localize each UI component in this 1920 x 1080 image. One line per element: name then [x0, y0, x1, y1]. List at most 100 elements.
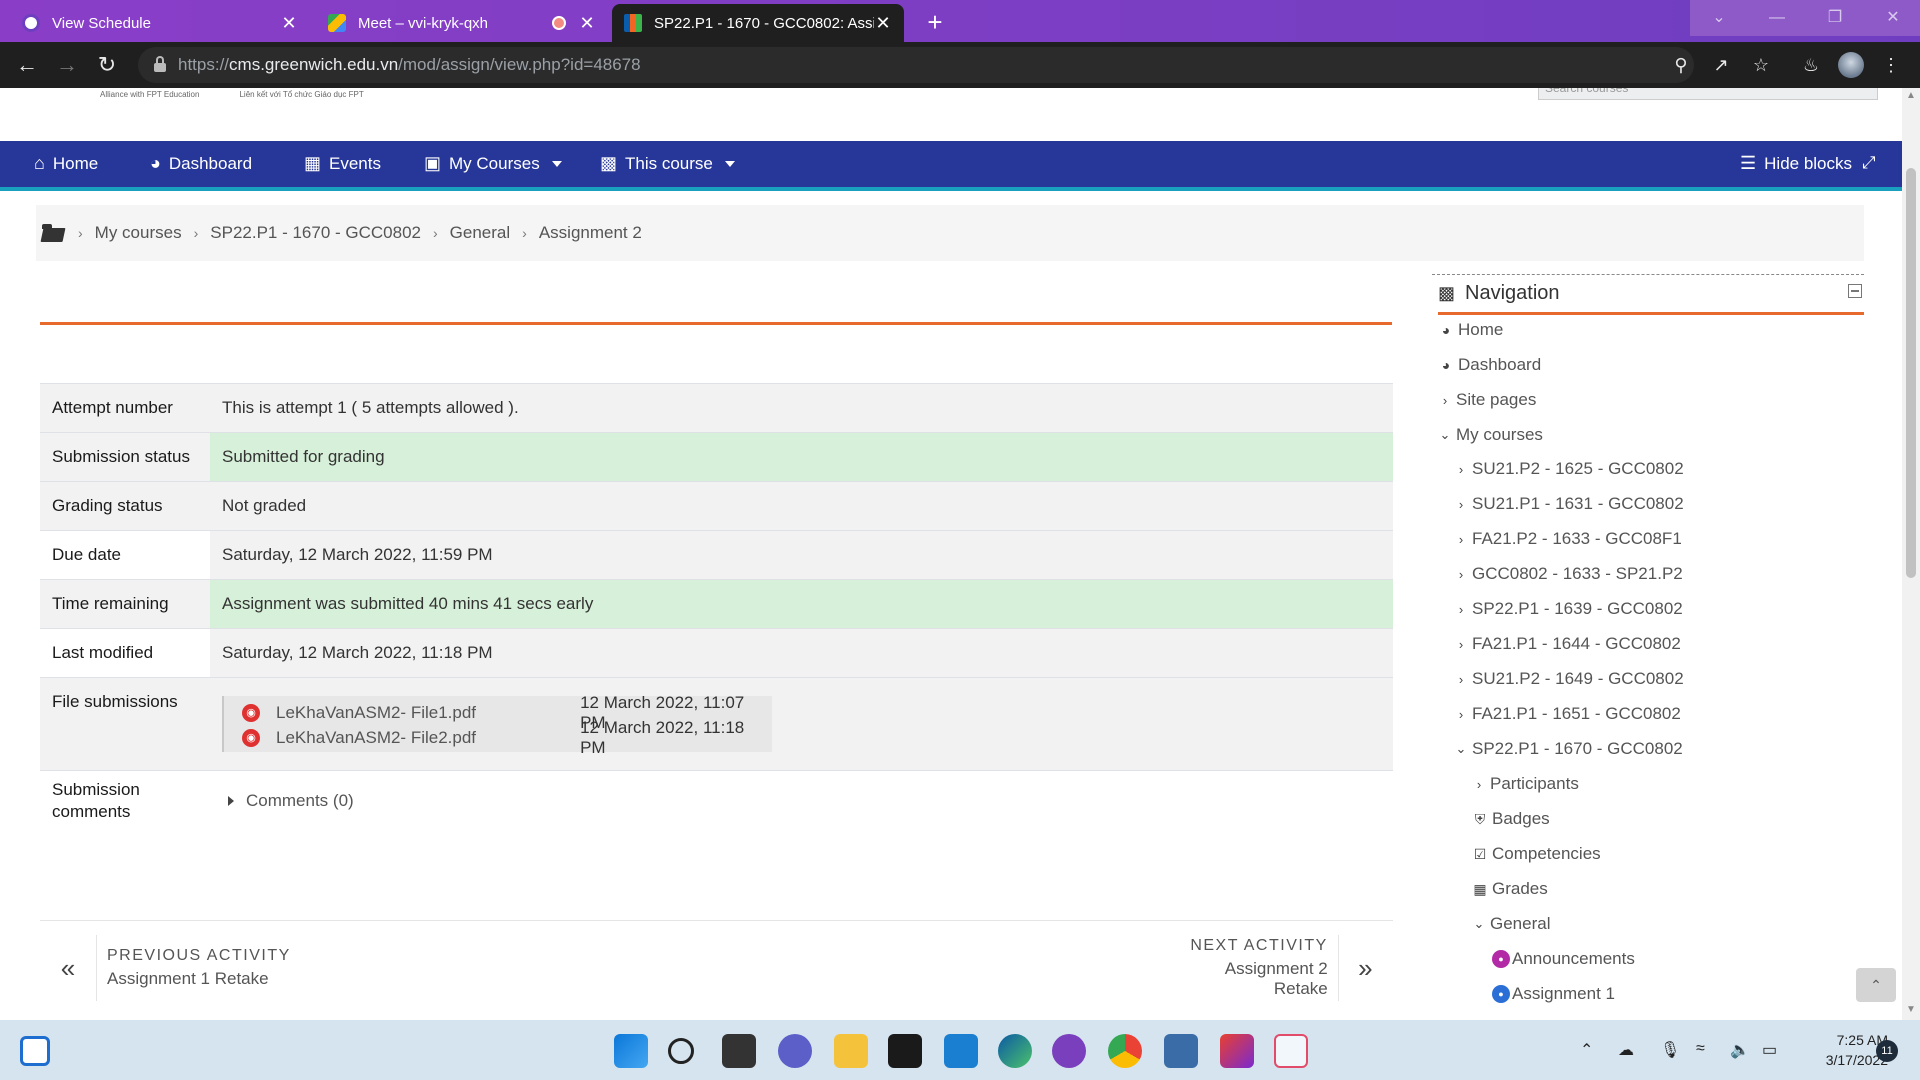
new-tab-button[interactable]: + — [920, 8, 950, 38]
nav-tree-announcements[interactable]: ● Announcements — [1492, 949, 1635, 969]
nav-tree-course[interactable]: › FA21.P1 - 1651 - GCC0802 — [1454, 704, 1681, 724]
nav-tree-participants[interactable]: › Participants — [1472, 774, 1579, 794]
nav-tree-current-course[interactable]: ⌄ SP22.P1 - 1670 - GCC0802 — [1454, 739, 1683, 759]
file-explorer-icon[interactable] — [834, 1034, 868, 1068]
zoom-icon[interactable]: ⚲ — [1670, 54, 1692, 76]
chevron-right-icon: › — [1458, 566, 1464, 582]
nav-tree-competencies[interactable]: ☑ Competencies — [1472, 844, 1601, 864]
postgres-icon[interactable] — [1164, 1034, 1198, 1068]
dashboard-icon: ◕ — [150, 153, 161, 173]
nav-tree-label: FA21.P1 - 1644 - GCC0802 — [1472, 634, 1681, 653]
breadcrumb-section[interactable]: General — [450, 223, 510, 243]
extensions-puzzle-icon[interactable]: ♨ — [1800, 54, 1822, 76]
url-text[interactable]: https://cms.greenwich.edu.vn/mod/assign/… — [178, 55, 641, 75]
intellij-icon[interactable] — [1220, 1034, 1254, 1068]
edge-icon[interactable] — [998, 1034, 1032, 1068]
fullscreen-toggle-icon[interactable]: ⤢ — [1862, 153, 1876, 173]
tab-view-schedule[interactable]: View Schedule ✕ — [10, 4, 310, 42]
nav-events[interactable]: ▦ Events — [304, 153, 381, 174]
profile-avatar[interactable] — [1838, 52, 1864, 78]
file-link[interactable]: LeKhaVanASM2- File2.pdf — [276, 728, 580, 748]
vscode-icon[interactable] — [944, 1034, 978, 1068]
close-window-icon[interactable]: ✕ — [1864, 0, 1920, 36]
nav-tree-general[interactable]: ⌄ General — [1472, 914, 1551, 934]
nav-home[interactable]: ⌂ Home — [34, 153, 98, 174]
nav-tree-grades[interactable]: ▦ Grades — [1472, 879, 1547, 899]
github-desktop-icon[interactable] — [1052, 1034, 1086, 1068]
scroll-up-arrow-icon[interactable]: ▲ — [1906, 90, 1916, 101]
nav-tree-course[interactable]: › SU21.P2 - 1625 - GCC0802 — [1454, 459, 1684, 479]
garena-icon[interactable] — [888, 1034, 922, 1068]
breadcrumb-current[interactable]: Assignment 2 — [539, 223, 642, 243]
breadcrumb-my-courses[interactable]: My courses — [95, 223, 182, 243]
nav-tree-label: Competencies — [1492, 844, 1601, 863]
folder-open-icon[interactable] — [40, 224, 66, 242]
nav-tree-assignment-1[interactable]: ● Assignment 1 — [1492, 984, 1615, 1004]
nav-tree-label: SP22.P1 - 1670 - GCC0802 — [1472, 739, 1683, 758]
previous-activity-link[interactable]: « Previous activity Assignment 1 Retake — [40, 934, 301, 1002]
file-link[interactable]: LeKhaVanASM2- File1.pdf — [276, 703, 580, 723]
start-windows-icon[interactable] — [614, 1034, 648, 1068]
chevron-right-icon: › — [1476, 776, 1482, 792]
search-courses-input[interactable]: Search courses — [1538, 88, 1878, 100]
bookmark-star-icon[interactable]: ☆ — [1750, 54, 1772, 76]
nav-tree-site-pages[interactable]: › Site pages — [1438, 390, 1537, 410]
tab-assignment[interactable]: SP22.P1 - 1670 - GCC0802: Assig ✕ — [612, 4, 904, 42]
nav-this-course[interactable]: ▩ This course — [600, 153, 735, 174]
widgets-icon[interactable] — [20, 1036, 50, 1066]
next-activity-link[interactable]: Next activity Assignment 2 Retake » — [1164, 934, 1392, 1002]
maximize-window-icon[interactable]: ❐ — [1806, 0, 1864, 36]
speaker-icon[interactable]: 🔈 — [1730, 1040, 1750, 1060]
microphone-icon[interactable]: 🎙 — [1660, 1040, 1680, 1060]
show-hidden-icons-chevron-icon[interactable]: ⌃ — [1580, 1040, 1593, 1060]
nav-my-courses[interactable]: ▣ My Courses — [424, 153, 562, 174]
snipping-tool-icon[interactable] — [1274, 1034, 1308, 1068]
page-scrollbar[interactable]: ▲ ▼ — [1902, 88, 1920, 1020]
browser-tab-strip: View Schedule ✕ Meet – vvi-kryk-qxh ✕ SP… — [0, 0, 1920, 42]
back-to-top-button[interactable]: ⌃ — [1856, 968, 1896, 1002]
taskbar-clock[interactable]: 7:25 AM 3/17/2022 — [1792, 1030, 1888, 1070]
hide-blocks-button[interactable]: ☰ Hide blocks — [1740, 153, 1852, 174]
minimize-window-icon[interactable]: — — [1748, 0, 1806, 36]
notification-badge[interactable]: 11 — [1876, 1040, 1898, 1062]
breadcrumb-course[interactable]: SP22.P1 - 1670 - GCC0802 — [210, 223, 421, 243]
task-view-icon[interactable] — [722, 1034, 756, 1068]
share-icon[interactable]: ↗ — [1710, 54, 1732, 76]
collapse-block-icon[interactable] — [1848, 284, 1862, 298]
nav-tree-course[interactable]: › SU21.P1 - 1631 - GCC0802 — [1454, 494, 1684, 514]
tab-meet[interactable]: Meet – vvi-kryk-qxh ✕ — [316, 4, 608, 42]
teams-chat-icon[interactable] — [778, 1034, 812, 1068]
nav-tree-dashboard[interactable]: ◕ Dashboard — [1438, 355, 1541, 375]
nav-events-label: Events — [329, 153, 381, 173]
chevron-right-icon: › — [1458, 706, 1464, 722]
nav-tree-badges[interactable]: ⛨ Badges — [1472, 809, 1550, 829]
search-icon[interactable] — [668, 1038, 694, 1064]
nav-tree-my-courses[interactable]: ⌄ My courses — [1438, 425, 1543, 445]
breadcrumb: › My courses › SP22.P1 - 1670 - GCC0802 … — [36, 205, 1864, 261]
tab-search-dropdown-icon[interactable]: ⌄ — [1690, 0, 1748, 36]
nav-tree-course[interactable]: › FA21.P1 - 1644 - GCC0802 — [1454, 634, 1681, 654]
nav-tree-course[interactable]: › SU21.P2 - 1649 - GCC0802 — [1454, 669, 1684, 689]
logo-alliance-text: Alliance with FPT Education — [100, 90, 200, 99]
close-tab-icon[interactable]: ✕ — [874, 13, 892, 34]
forward-arrow-icon[interactable]: → — [52, 50, 82, 80]
wifi-icon[interactable]: ≈ — [1696, 1040, 1705, 1058]
chrome-icon[interactable] — [1108, 1034, 1142, 1068]
browser-menu-icon[interactable]: ⋮ — [1880, 54, 1902, 76]
back-arrow-icon[interactable]: ← — [12, 50, 42, 80]
nav-tree-home[interactable]: ◕ Home — [1438, 320, 1504, 340]
nav-tree-course[interactable]: › FA21.P2 - 1633 - GCC08F1 — [1454, 529, 1682, 549]
scrollbar-thumb[interactable] — [1906, 168, 1916, 578]
scroll-down-arrow-icon[interactable]: ▼ — [1906, 1004, 1916, 1015]
onedrive-error-icon[interactable]: ☁ — [1618, 1040, 1634, 1060]
nav-dashboard[interactable]: ◕ Dashboard — [150, 153, 252, 174]
nav-tree-course[interactable]: › GCC0802 - 1633 - SP21.P2 — [1454, 564, 1683, 584]
close-tab-icon[interactable]: ✕ — [578, 13, 596, 34]
site-logo[interactable]: Alliance with FPT Education Liên kết với… — [100, 90, 364, 104]
nav-tree-course[interactable]: › SP22.P1 - 1639 - GCC0802 — [1454, 599, 1683, 619]
url-bar[interactable]: https://cms.greenwich.edu.vn/mod/assign/… — [138, 47, 1694, 83]
battery-icon[interactable]: ▭ — [1762, 1040, 1777, 1060]
reload-icon[interactable]: ↻ — [92, 50, 122, 80]
close-tab-icon[interactable]: ✕ — [280, 13, 298, 34]
comments-toggle[interactable]: Comments (0) — [228, 791, 1381, 811]
